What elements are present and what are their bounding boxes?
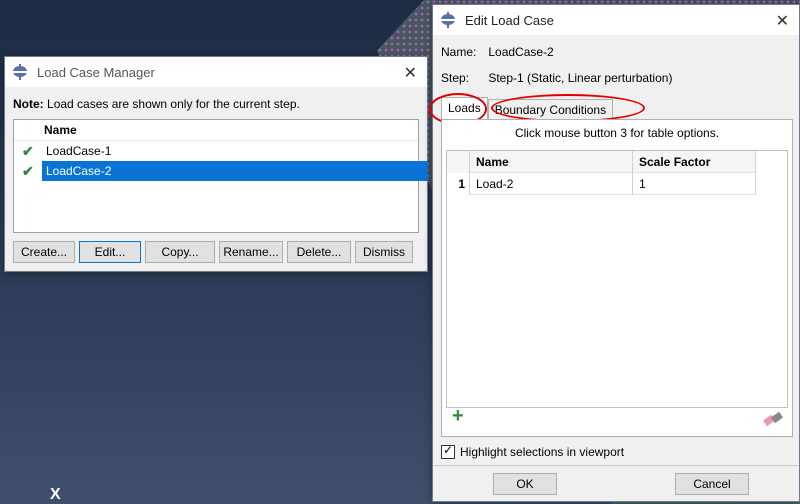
list-item-label: LoadCase-1 [46, 144, 112, 158]
button-row: Create... Edit... Copy... Rename... Dele… [13, 241, 421, 263]
close-icon[interactable]: ✕ [776, 11, 789, 31]
axis-label: X [50, 486, 61, 503]
edit-button[interactable]: Edit... [79, 241, 141, 263]
table-row[interactable]: 1 Load-2 1 [447, 173, 787, 195]
load-case-list[interactable]: Name ✔ LoadCase-1 ✔ LoadCase-2 [13, 119, 428, 233]
dialog-title: Load Case Manager [37, 64, 155, 80]
app-icon [12, 64, 29, 80]
delete-button[interactable]: Delete... [287, 241, 351, 263]
row-index: 1 [447, 173, 470, 195]
list-item[interactable]: ✔ LoadCase-2 [14, 161, 428, 181]
cancel-button[interactable]: Cancel [675, 473, 749, 495]
column-header-name: Name [470, 151, 633, 173]
highlight-checkbox[interactable] [441, 443, 455, 459]
app-icon [440, 12, 457, 28]
load-case-manager-dialog: Load Case Manager ✕ Note: Load cases are… [4, 56, 428, 272]
dismiss-button[interactable]: Dismiss [355, 241, 413, 263]
list-item[interactable]: ✔ LoadCase-1 [14, 141, 418, 161]
loads-table[interactable]: Name Scale Factor 1 Load-2 1 [446, 150, 788, 408]
highlight-label: Highlight selections in viewport [460, 445, 625, 459]
tab-boundary-conditions[interactable]: Boundary Conditions [487, 99, 614, 120]
cell-name[interactable]: Load-2 [470, 173, 633, 195]
check-icon: ✔ [22, 163, 34, 179]
check-icon: ✔ [22, 143, 34, 159]
step-value: Step-1 (Static, Linear perturbation) [488, 71, 673, 85]
note-text: Load cases are shown only for the curren… [47, 97, 300, 111]
add-icon[interactable]: + [452, 405, 464, 428]
edit-load-case-dialog: Edit Load Case ✕ Name: LoadCase-2 Step: … [429, 4, 800, 502]
note: Note: Load cases are shown only for the … [5, 87, 427, 115]
loads-panel: Click mouse button 3 for table options. … [441, 119, 793, 437]
cell-scale-factor[interactable]: 1 [633, 173, 756, 195]
dialog-title: Edit Load Case [465, 12, 554, 28]
tab-loads[interactable]: Loads [441, 97, 488, 120]
name-label: Name: [441, 45, 477, 59]
list-item-label: LoadCase-2 [42, 161, 428, 181]
close-icon[interactable]: ✕ [404, 63, 417, 83]
title-bar[interactable]: Load Case Manager ✕ [5, 57, 427, 87]
highlight-option[interactable]: Highlight selections in viewport [441, 443, 625, 459]
step-field: Step: Step-1 (Static, Linear perturbatio… [441, 71, 672, 85]
divider [433, 465, 799, 466]
step-label: Step: [441, 71, 470, 85]
name-field: Name: LoadCase-2 [441, 45, 554, 59]
ok-button[interactable]: OK [493, 473, 557, 495]
table-hint: Click mouse button 3 for table options. [514, 126, 720, 140]
copy-button[interactable]: Copy... [145, 241, 215, 263]
name-value: LoadCase-2 [488, 45, 554, 59]
rename-button[interactable]: Rename... [219, 241, 283, 263]
eraser-icon[interactable] [762, 411, 784, 427]
title-bar[interactable]: Edit Load Case ✕ [433, 5, 799, 35]
create-button[interactable]: Create... [13, 241, 75, 263]
column-header-name: Name [14, 120, 418, 141]
note-label: Note: [13, 97, 44, 111]
tab-bar: Loads Boundary Conditions [441, 97, 614, 120]
table-header-row: Name Scale Factor [447, 151, 787, 173]
column-header-scale-factor: Scale Factor [633, 151, 756, 173]
